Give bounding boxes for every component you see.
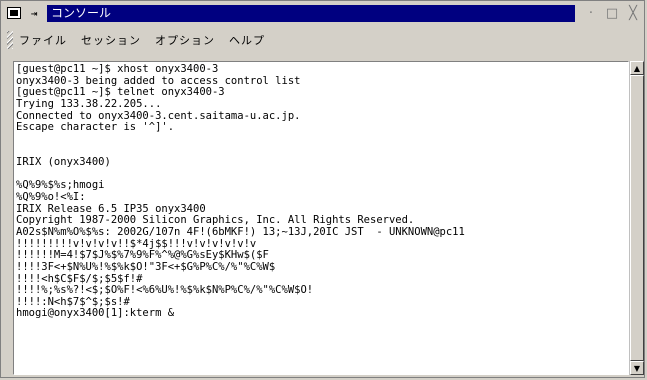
title-bar[interactable]: ⇥ コンソール · □ ╳	[3, 4, 644, 24]
terminal-line: Escape character is '^]'.	[16, 121, 175, 134]
pin-icon[interactable]: ⇥	[27, 5, 41, 21]
vertical-scrollbar[interactable]: ▲ ▼	[629, 61, 644, 375]
window-menu-icon[interactable]	[7, 7, 21, 19]
maximize-icon[interactable]: □	[604, 5, 620, 21]
terminal-line: IRIX (onyx3400)	[16, 156, 111, 169]
terminal-line: A02s$N%m%O%$%s: 2002G/107n 4F!(6bMKF!) 1…	[16, 225, 465, 238]
menu-options[interactable]: オプション	[155, 32, 215, 48]
menu-session[interactable]: セッション	[81, 32, 141, 48]
terminal-line: %Q%9%o!<%I:	[16, 191, 86, 204]
terminal-line: !!!!3F<+$N%U%!%$%k$O!"3F<+$G%P%C%/%"%C%W…	[16, 260, 276, 273]
menu-file[interactable]: ファイル	[19, 32, 67, 48]
console-window: ⇥ コンソール · □ ╳ ファイル セッション オプション ヘルプ [gues…	[0, 0, 645, 378]
terminal-line: Trying 133.38.22.205...	[16, 97, 162, 110]
scrollbar-thumb[interactable]	[630, 75, 644, 361]
terminal-line: [guest@pc11 ~]$ xhost onyx3400-3	[16, 63, 219, 75]
menu-help[interactable]: ヘルプ	[229, 32, 265, 48]
terminal-output[interactable]: [guest@pc11 ~]$ xhost onyx3400-3 onyx340…	[13, 61, 629, 375]
menu-bar: ファイル セッション オプション ヘルプ	[3, 29, 644, 51]
close-icon[interactable]: ╳	[625, 5, 641, 21]
scroll-down-icon[interactable]: ▼	[630, 361, 644, 375]
terminal-prompt-line: hmogi@onyx3400[1]:kterm &	[16, 307, 175, 320]
minimize-icon[interactable]: ·	[583, 5, 599, 21]
window-title: コンソール	[47, 5, 575, 22]
menubar-grip-handle[interactable]	[7, 31, 13, 49]
scroll-up-icon[interactable]: ▲	[630, 61, 644, 75]
terminal-line: %Q%9%$%s;hmogi	[16, 179, 105, 192]
